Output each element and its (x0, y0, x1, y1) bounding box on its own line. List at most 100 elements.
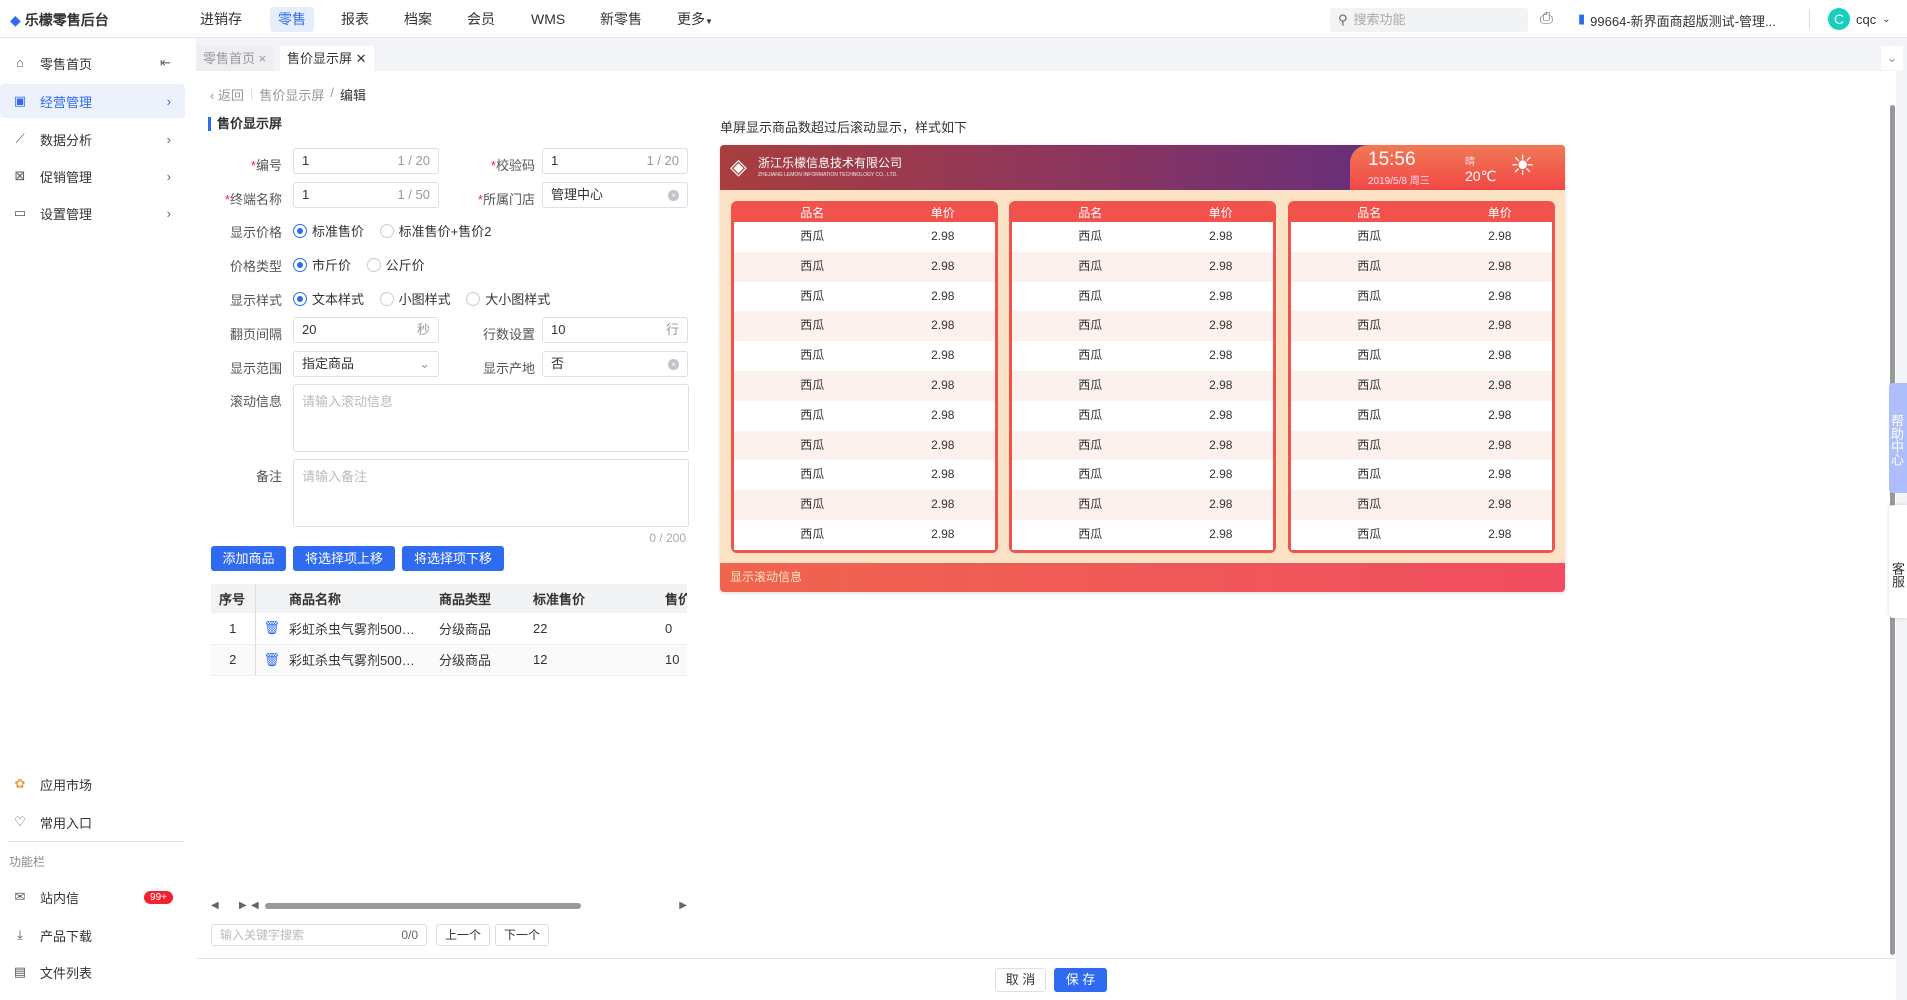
radio-text-style[interactable]: 文本样式 (293, 289, 364, 308)
radio-small-image-style[interactable]: 小图样式 (379, 289, 451, 308)
show-price-radio-group: 标准售价 标准售价+售价2 (293, 221, 503, 241)
radio-kg-price[interactable]: 公斤价 (366, 255, 425, 274)
interval-input[interactable]: 20 秒 (293, 317, 439, 343)
horizontal-scrollbar[interactable]: ◀ ▶ ◀ ▶ (211, 900, 687, 912)
nav-jxc[interactable]: 进销存 (192, 7, 250, 32)
clear-icon[interactable]: × (668, 190, 679, 201)
price-row: 西瓜 2.98 (1291, 311, 1552, 342)
delete-icon[interactable]: 🗑 (255, 613, 281, 645)
nav-wms[interactable]: WMS (523, 7, 573, 32)
scroll-info-bar: 显示滚动信息 (720, 563, 1565, 592)
range-select[interactable]: 指定商品 ⌄ (293, 351, 439, 377)
radio-standard-price[interactable]: 标准售价 (293, 221, 364, 240)
show-price-label: 显示价格 (229, 225, 282, 240)
remark-textarea[interactable]: 请输入备注 (293, 459, 689, 527)
price-row: 西瓜 2.98 (1012, 370, 1273, 401)
sidebar-item-app-market[interactable]: ✿ 应用市场 (0, 767, 185, 801)
nav-member[interactable]: 会员 (459, 7, 503, 32)
delete-icon[interactable]: 🗑 (255, 644, 281, 676)
nav-report[interactable]: 报表 (333, 7, 377, 32)
sidebar-item-analysis[interactable]: ⟋ 数据分析 › (0, 122, 185, 156)
folder-icon: ▭ (13, 205, 27, 220)
nav-new-retail[interactable]: 新零售 (592, 7, 650, 32)
tab-retail-home[interactable]: 零售首页 × (196, 46, 274, 71)
sidebar-item-download[interactable]: ⤓ 产品下载 (0, 918, 185, 952)
display-style-label: 显示样式 (229, 293, 282, 308)
col-header-name: 品名 (800, 206, 825, 220)
app-logo[interactable]: ◆ 乐檬零售后台 (10, 10, 109, 30)
help-center-button[interactable]: 帮助中心 (1889, 383, 1907, 493)
price-row: 西瓜 2.98 (1012, 311, 1273, 342)
radio-large-small-image-style[interactable]: 大小图样式 (466, 289, 550, 308)
mail-icon: ✉ (14, 889, 26, 904)
next-match-button[interactable]: 下一个 (495, 924, 550, 946)
back-link[interactable]: ‹ 返回 (210, 85, 244, 104)
clear-icon[interactable]: × (668, 359, 679, 370)
cell-standard-price: 12 (525, 644, 657, 676)
save-button[interactable]: 保 存 (1054, 968, 1107, 992)
origin-select[interactable]: 否 × (542, 351, 688, 377)
cell-index: 2 (211, 644, 256, 676)
printer-icon[interactable]: ⎙ (1540, 10, 1553, 28)
user-menu[interactable]: C cqc ⌄ (1828, 8, 1891, 30)
prev-match-button[interactable]: 上一个 (436, 924, 491, 946)
store-selector[interactable]: ▮ 99664-新界面商超版测试-管理... (1578, 11, 1776, 30)
breadcrumb-parent[interactable]: 售价显示屏 (259, 85, 324, 104)
price-screen-preview: ◈ 浙江乐檬信息技术有限公司 ZHEJIANG LEMON INFORMATIO… (720, 145, 1565, 592)
temperature: 20℃ (1465, 168, 1497, 184)
collapse-icon[interactable]: ⇤ (160, 55, 171, 71)
footer-bar: 取 消 保 存 (196, 958, 1896, 1000)
tab-price-display[interactable]: 售价显示屏 ✕ (280, 46, 374, 71)
cancel-button[interactable]: 取 消 (995, 968, 1046, 992)
price-row: 西瓜 2.98 (1357, 467, 1512, 482)
terminal-name-label: *终端名称 (224, 192, 282, 207)
cell-standard-price: 22 (525, 613, 657, 645)
price-row: 西瓜 2.98 (1078, 229, 1233, 243)
sidebar-item-favorites[interactable]: ♡ 常用入口 (0, 805, 185, 839)
radio-standard-price-2[interactable]: 标准售价+售价2 (379, 221, 491, 240)
close-icon[interactable]: × (259, 51, 267, 66)
terminal-name-input[interactable]: 11 / 50 (293, 182, 439, 208)
price-row: 西瓜 2.98 (734, 370, 995, 401)
move-up-button[interactable]: 将选择项上移 (293, 546, 395, 571)
col-header-price: 单价 (1208, 206, 1233, 220)
table-row[interactable]: 1 🗑 彩虹杀虫气雾剂500… 分级商品 22 0 (211, 613, 687, 645)
chart-icon: ⟋ (15, 131, 25, 146)
sun-icon: ☀ (1510, 150, 1536, 181)
close-icon[interactable]: ✕ (356, 51, 367, 66)
logo-icon: ◆ (10, 11, 21, 28)
sidebar-item-promotion[interactable]: ⊠ 促销管理 › (0, 159, 185, 193)
code-input[interactable]: 11 / 20 (293, 148, 439, 174)
customer-service-button[interactable]: 客服 (1889, 505, 1907, 618)
sidebar-item-business[interactable]: ▣ 经营管理 › (0, 84, 185, 118)
cell-name: 彩虹杀虫气雾剂500… (281, 644, 431, 676)
chevron-down-icon: ⌄ (1882, 13, 1891, 25)
radio-jin-price[interactable]: 市斤价 (293, 255, 351, 274)
sidebar-item-files[interactable]: ▤ 文件列表 (0, 955, 185, 989)
price-row: 西瓜 2.98 (1357, 407, 1512, 422)
sidebar-item-messages[interactable]: ✉ 站内信 99+ (0, 880, 185, 914)
check-code-input[interactable]: 11 / 20 (542, 148, 688, 174)
search-input[interactable]: ⚲ 搜索功能 (1330, 8, 1528, 32)
price-row: 西瓜 2.98 (1291, 430, 1552, 461)
nav-retail[interactable]: 零售 (270, 7, 314, 32)
rows-input[interactable]: 10 行 (542, 317, 688, 343)
price-column: 品名 单价 西瓜 2.98 西瓜 2.98 西瓜 2.98 西瓜 2.98 西瓜 2.98 西瓜 2.98… (1288, 201, 1555, 553)
sidebar-item-home[interactable]: ⌂ 零售首页 ⇤ (0, 46, 185, 80)
add-product-button[interactable]: 添加商品 (211, 546, 286, 571)
rows-label: 行数设置 (482, 327, 535, 342)
nav-more[interactable]: 更多▼ (669, 7, 721, 32)
origin-label: 显示产地 (482, 361, 535, 376)
store-select[interactable]: 管理中心 × (542, 182, 688, 208)
table-row[interactable]: 2 🗑 彩虹杀虫气雾剂500… 分级商品 12 10 (211, 644, 687, 676)
tabs-dropdown-icon[interactable]: ⌄ (1881, 46, 1903, 70)
chevron-right-icon: › (166, 168, 171, 184)
sidebar-item-settings[interactable]: ▭ 设置管理 › (0, 196, 185, 230)
move-down-button[interactable]: 将选择项下移 (402, 546, 504, 571)
remark-count: 0 / 200 (649, 531, 686, 545)
nav-archive[interactable]: 档案 (396, 7, 440, 32)
cell-name: 彩虹杀虫气雾剂500… (281, 613, 431, 645)
keyword-search-input[interactable]: 输入关键字搜索 0/0 (211, 924, 427, 946)
col-header-standard-price: 标准售价 (525, 584, 657, 613)
scroll-info-textarea[interactable]: 请输入滚动信息 (293, 384, 689, 452)
